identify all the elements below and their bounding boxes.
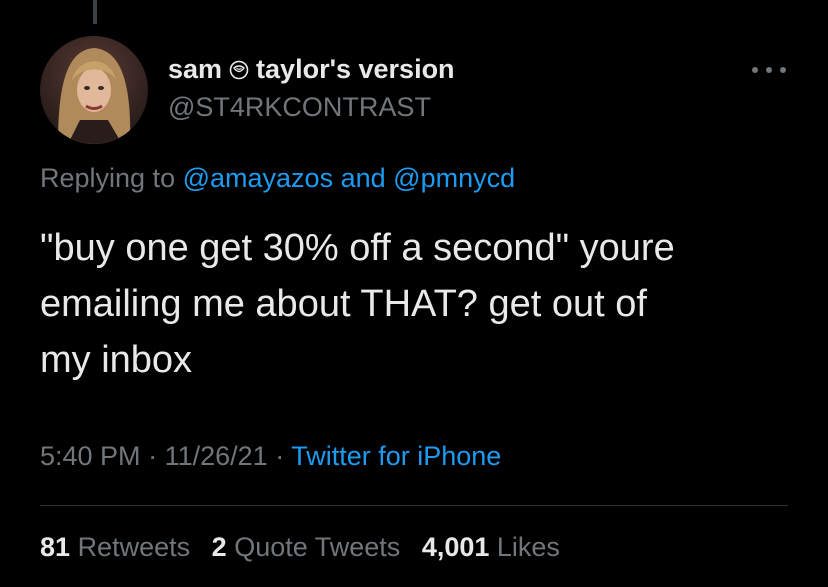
more-options-icon[interactable] (752, 60, 786, 80)
author-name-part1: sam (168, 54, 223, 84)
likes-count: 4,001 (421, 532, 490, 562)
thread-connector-line (93, 0, 97, 24)
tweet-source-link[interactable]: Twitter for iPhone (291, 441, 501, 471)
retweets-stat[interactable]: 81 Retweets (40, 532, 190, 562)
retweets-label: Retweets (77, 532, 191, 562)
reply-conjunction: and (340, 163, 386, 193)
replying-to: Replying to @amayazos and @pmnycd (40, 163, 515, 194)
likes-stat[interactable]: 4,001 Likes (422, 532, 560, 562)
retweets-count: 81 (40, 532, 71, 562)
tweet-meta: 5:40 PM · 11/26/21 · Twitter for iPhone (40, 441, 501, 472)
reply-user-link-1[interactable]: @amayazos (183, 163, 333, 193)
tweet-text: "buy one get 30% off a second" youre ema… (40, 227, 675, 381)
tweet-time[interactable]: 5:40 PM (40, 441, 141, 471)
replying-to-label: Replying to (40, 163, 176, 193)
divider (40, 505, 788, 506)
author-name-part2: taylor's version (256, 54, 455, 84)
tweet-date[interactable]: 11/26/21 (165, 441, 268, 471)
meta-separator: · (275, 441, 285, 471)
quote-tweets-count: 2 (211, 532, 227, 562)
quote-tweets-stat[interactable]: 2 Quote Tweets (212, 532, 401, 562)
likes-label: Likes (496, 532, 560, 562)
meta-separator: · (148, 441, 158, 471)
quote-tweets-label: Quote Tweets (234, 532, 401, 562)
tweet-stats: 81 Retweets 2 Quote Tweets 4,001 Likes (40, 532, 574, 563)
avatar[interactable] (40, 36, 148, 144)
rose-emoji-icon (229, 60, 249, 80)
author-name[interactable]: sam taylor's version (168, 54, 455, 85)
reply-user-link-2[interactable]: @pmnycd (393, 163, 515, 193)
author-handle[interactable]: @ST4RKCONTRAST (168, 92, 431, 123)
